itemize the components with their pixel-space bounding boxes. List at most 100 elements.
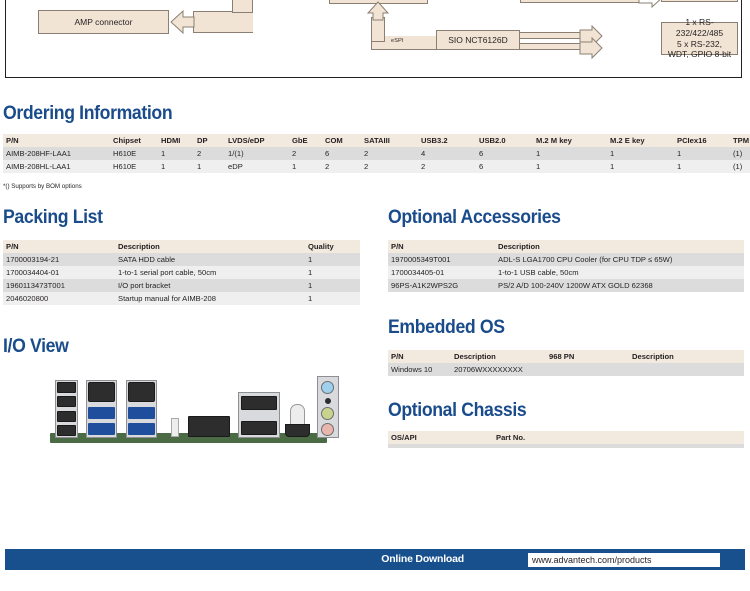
table-cell: 1 xyxy=(305,266,360,279)
column-header: P/N xyxy=(3,240,115,253)
table-cell: AIMB-208HL-LAA1 xyxy=(3,160,110,173)
column-header: Description xyxy=(115,240,305,253)
diagram-box-serial-line1: 1 x RS-232/422/485 xyxy=(675,17,724,38)
table-cell: 1700034404-01 xyxy=(3,266,115,279)
heading-ordering-information: Ordering Information xyxy=(3,103,173,124)
table-cell: 1700034405-01 xyxy=(388,266,495,279)
table-cell: 1 xyxy=(289,160,322,173)
table-cell: 1 xyxy=(674,147,730,160)
io-audio-jack-line-out xyxy=(321,407,334,420)
table-cell: 1-to-1 USB cable, 50cm xyxy=(495,266,744,279)
table-cell: 2 xyxy=(418,160,476,173)
diagram-box-serial-ports: 1 x RS-232/422/485 5 x RS-232, WDT, GPIO… xyxy=(661,17,738,59)
table-cell: (1) xyxy=(730,147,750,160)
diagram-box-sio: SIO NCT6126D xyxy=(436,30,520,50)
table-row xyxy=(388,444,744,448)
table-cell: H610E xyxy=(110,160,158,173)
column-header: OS/API xyxy=(388,431,493,444)
column-header: Description xyxy=(451,350,546,363)
table-cell xyxy=(493,444,744,448)
table-cell: PS/2 A/D 100-240V 1200W ATX GOLD 62368 xyxy=(495,279,744,292)
table-row: 1960113473T001 I/O port bracket 1 xyxy=(3,279,360,292)
table-cell: 6 xyxy=(476,160,533,173)
footer-url-link[interactable]: www.advantech.com/products xyxy=(532,555,652,565)
column-header: USB3.2 xyxy=(418,134,476,147)
heading-optional-accessories: Optional Accessories xyxy=(388,207,561,228)
arrow-left-icon xyxy=(170,9,195,35)
diagram-connector-amp-riser xyxy=(232,0,253,13)
table-row: Windows 10 20706WXXXXXXXX xyxy=(388,363,744,376)
io-hdmi-port xyxy=(285,424,310,437)
table-cell: I/O port bracket xyxy=(115,279,305,292)
table-header-row: P/N Chipset HDMI DP LVDS/eDP GbE COM SATAIII USB… xyxy=(3,134,750,147)
io-audio-jack-mic-in xyxy=(321,423,334,436)
table-row: AIMB-208HL-LAA1H610E11eDP12226111(1)(1) xyxy=(3,160,750,173)
table-row: 1700034405-01 1-to-1 USB cable, 50cm xyxy=(388,266,744,279)
table-cell: 1 xyxy=(194,160,225,173)
diagram-box-serial-line2: 5 x RS-232, xyxy=(677,38,722,49)
column-header: M.2 M key xyxy=(533,134,607,147)
table-optional-accessories: P/N Description 1970005349T001 ADL-S LGA17… xyxy=(388,240,744,292)
column-header: 968 PN xyxy=(546,350,629,363)
table-cell xyxy=(629,363,744,376)
table-cell: H610E xyxy=(110,147,158,160)
io-standoff-post xyxy=(171,418,179,437)
heading-io-view: I/O View xyxy=(3,336,69,357)
io-usb2-port-3 xyxy=(57,411,76,422)
io-hdmi-keyhole xyxy=(290,404,305,426)
column-header: P/N xyxy=(388,240,495,253)
table-cell: Windows 10 xyxy=(388,363,451,376)
io-lan2-port xyxy=(128,382,155,402)
column-header: Description xyxy=(629,350,744,363)
table-row: 96PS-A1K2WPS2G PS/2 A/D 100-240V 1200W AT… xyxy=(388,279,744,292)
table-cell: ADL-S LGA1700 CPU Cooler (for CPU TDP ≤ … xyxy=(495,253,744,266)
arrow-right-bottom-icon xyxy=(579,37,603,59)
io-usb3-port-3 xyxy=(128,407,155,419)
column-header: Quality xyxy=(305,240,360,253)
ordering-footnote: *() Supports by BOM options xyxy=(3,183,82,190)
column-header: P/N xyxy=(3,134,110,147)
column-header: HDMI xyxy=(158,134,194,147)
column-header: COM xyxy=(322,134,361,147)
table-optional-chassis: OS/API Part No. xyxy=(388,431,744,448)
table-cell: 1 xyxy=(305,292,360,305)
table-row: AIMB-208HF-LAA1H610E121/(1)26246111(1)(1… xyxy=(3,147,750,160)
block-diagram: AMP connector eSPI SIO NCT6126D Nuvoton … xyxy=(5,0,742,78)
table-row: 1700034404-01 1-to-1 serial port cable, 5… xyxy=(3,266,360,279)
footer-online-download-label: Online Download xyxy=(381,553,464,565)
io-lan1-port xyxy=(88,382,115,402)
table-header-row: OS/API Part No. xyxy=(388,431,744,444)
table-cell: 20706WXXXXXXXX xyxy=(451,363,546,376)
column-header: Part No. xyxy=(493,431,744,444)
table-cell: 1 xyxy=(305,253,360,266)
column-header: DP xyxy=(194,134,225,147)
table-header-row: P/N Description Quality xyxy=(3,240,360,253)
io-view-image xyxy=(45,374,339,452)
column-header: P/N xyxy=(388,350,451,363)
table-cell: 96PS-A1K2WPS2G xyxy=(388,279,495,292)
table-embedded-os: P/N Description 968 PN Description Windows … xyxy=(388,350,744,376)
diagram-espi-label: eSPI xyxy=(391,38,404,44)
diagram-box-amp-connector-label: AMP connector xyxy=(74,16,133,27)
io-displayport-1 xyxy=(241,396,277,410)
column-header: USB2.0 xyxy=(476,134,533,147)
heading-packing-list: Packing List xyxy=(3,207,103,228)
column-header: TPM xyxy=(730,134,750,147)
io-usb2-port-1 xyxy=(57,382,76,393)
table-cell: eDP xyxy=(225,160,289,173)
table-cell xyxy=(546,363,629,376)
table-cell: 4 xyxy=(418,147,476,160)
table-cell: 2 xyxy=(361,147,418,160)
diagram-box-upper-right xyxy=(520,0,641,3)
table-cell: 1 xyxy=(533,160,607,173)
table-header-row: P/N Description xyxy=(388,240,744,253)
table-cell: SATA HDD cable xyxy=(115,253,305,266)
table-cell: (1) xyxy=(730,160,750,173)
diagram-box-sio-label: SIO NCT6126D xyxy=(448,34,508,45)
diagram-box-amp-connector: AMP connector xyxy=(38,10,169,34)
io-usb3-port-2 xyxy=(88,423,115,435)
io-usb2-port-2 xyxy=(57,396,76,407)
table-cell: 1 xyxy=(674,160,730,173)
io-legacy-connector xyxy=(188,416,230,437)
table-cell: 2 xyxy=(361,160,418,173)
